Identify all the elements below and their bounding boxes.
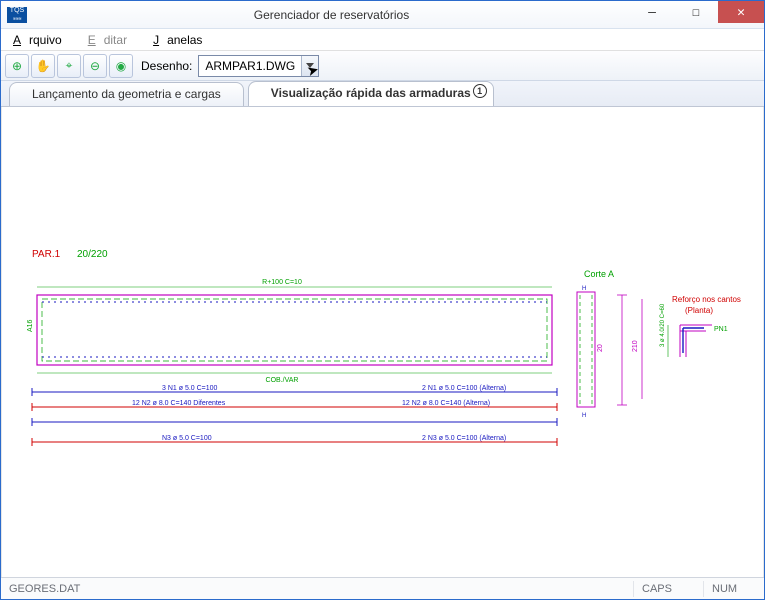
statusbar: GEORES.DAT CAPS NUM <box>1 577 764 599</box>
close-button[interactable]: ✕ <box>718 1 764 23</box>
zoom-in-icon[interactable]: ⊕ <box>5 54 29 78</box>
desenho-value: ARMPAR1.DWG <box>199 58 301 74</box>
svg-text:PAR.1: PAR.1 <box>32 249 61 260</box>
svg-text:A16: A16 <box>27 319 34 332</box>
window-title: Gerenciador de reservatórios <box>33 8 630 22</box>
pan-icon[interactable]: ✋ <box>31 54 55 78</box>
status-file: GEORES.DAT <box>1 581 634 597</box>
svg-text:12 N2 ø 8.0 C=140 (Alterna): 12 N2 ø 8.0 C=140 (Alterna) <box>402 400 490 407</box>
svg-text:N3 ø 5.0 C=100: N3 ø 5.0 C=100 <box>162 435 212 442</box>
svg-text:(Planta): (Planta) <box>685 306 713 315</box>
svg-text:PN1: PN1 <box>714 326 728 333</box>
svg-text:Reforço nos cantos: Reforço nos cantos <box>672 295 741 304</box>
svg-text:210: 210 <box>632 340 639 352</box>
toolbar: ⊕ ✋ ⌖ ⊖ ◉ Desenho: ARMPAR1.DWG ➤ <box>1 51 764 81</box>
desenho-dropdown[interactable]: ARMPAR1.DWG ➤ <box>198 55 319 77</box>
status-num: NUM <box>704 581 764 597</box>
svg-text:COB./VAR: COB./VAR <box>266 377 299 384</box>
maximize-button[interactable]: ☐ <box>674 1 718 23</box>
window-buttons: — ☐ ✕ <box>630 1 764 28</box>
svg-text:Corte A: Corte A <box>584 269 614 279</box>
app-window: TQS ≋≋≋ Gerenciador de reservatórios — ☐… <box>0 0 765 600</box>
svg-text:20: 20 <box>597 344 604 352</box>
minimize-button[interactable]: — <box>630 1 674 23</box>
tabstrip: Lançamento da geometria e cargas 2 Visua… <box>1 81 764 107</box>
svg-text:H: H <box>582 286 586 292</box>
svg-text:2 N1 ø 5.0 C=100 (Alterna): 2 N1 ø 5.0 C=100 (Alterna) <box>422 385 506 392</box>
svg-text:3 N1 ø 5.0 C=100: 3 N1 ø 5.0 C=100 <box>162 385 218 392</box>
svg-text:3 ø 4.0/20 C=60: 3 ø 4.0/20 C=60 <box>660 303 666 347</box>
titlebar: TQS ≋≋≋ Gerenciador de reservatórios — ☐… <box>1 1 764 29</box>
zoom-out-icon[interactable]: ⊖ <box>83 54 107 78</box>
svg-text:12 N2 ø 8.0 C=140 Diferentes: 12 N2 ø 8.0 C=140 Diferentes <box>132 400 226 407</box>
zoom-window-icon[interactable]: ⌖ <box>57 54 81 78</box>
svg-text:2 N3 ø 5.0 C=100 (Alterna): 2 N3 ø 5.0 C=100 (Alterna) <box>422 435 506 442</box>
cad-drawing: PAR.1 20/220 R+100 C=10 COB./VAR A16 3 N… <box>2 107 764 577</box>
svg-text:H: H <box>582 413 586 419</box>
menu-arquivo[interactable]: Arquivo <box>5 31 78 49</box>
app-icon: TQS ≋≋≋ <box>7 7 27 23</box>
svg-text:R+100 C=10: R+100 C=10 <box>262 279 302 286</box>
desenho-label: Desenho: <box>141 59 192 73</box>
tab-visualizacao[interactable]: Visualização rápida das armaduras 1 <box>248 81 494 106</box>
menubar: Arquivo Editar Janelas <box>1 29 764 51</box>
drawing-canvas[interactable]: PAR.1 20/220 R+100 C=10 COB./VAR A16 3 N… <box>1 107 764 577</box>
tab-geometria[interactable]: Lançamento da geometria e cargas 2 <box>9 82 244 106</box>
menu-janelas[interactable]: Janelas <box>145 31 218 49</box>
badge-1: 1 <box>473 84 487 98</box>
zoom-fit-icon[interactable]: ◉ <box>109 54 133 78</box>
svg-text:20/220: 20/220 <box>77 249 108 260</box>
chevron-down-icon[interactable] <box>301 56 318 76</box>
menu-editar[interactable]: Editar <box>80 31 143 49</box>
status-caps: CAPS <box>634 581 704 597</box>
